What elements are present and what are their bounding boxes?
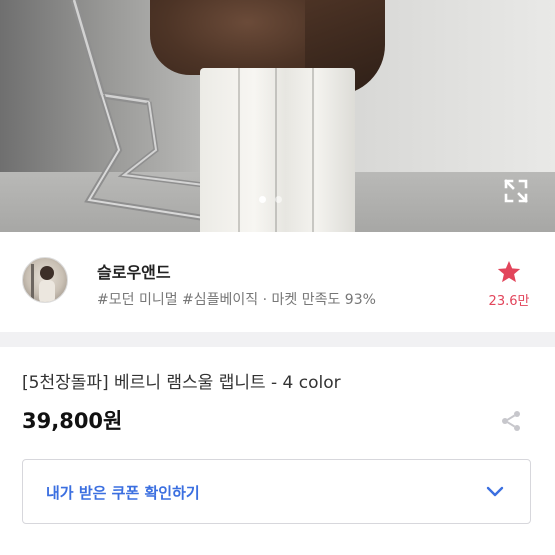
seller-info: 슬로우앤드 #모던 미니멀 #심플베이직 · 마켓 만족도 93% 23.6만 xyxy=(0,232,555,332)
section-divider xyxy=(0,332,555,347)
share-icon[interactable] xyxy=(499,409,523,433)
seller-tags: #모던 미니멀 #심플베이직 · 마켓 만족도 93% xyxy=(97,292,376,308)
seller-avatar[interactable] xyxy=(22,257,68,303)
coupon-label: 내가 받은 쿠폰 확인하기 xyxy=(46,484,200,502)
favorite-count: 23.6만 xyxy=(488,294,530,309)
chevron-down-icon xyxy=(484,480,506,502)
pants-illustration xyxy=(200,68,355,232)
product-image-gallery[interactable] xyxy=(0,0,555,232)
seller-name[interactable]: 슬로우앤드 xyxy=(97,259,171,283)
pagination-dot[interactable] xyxy=(275,196,282,203)
expand-icon[interactable] xyxy=(503,178,529,204)
product-title: [5천장돌파] 베르니 램스울 랩니트 - 4 color xyxy=(22,373,341,393)
coupon-check-button[interactable]: 내가 받은 쿠폰 확인하기 xyxy=(22,459,531,524)
gallery-pagination xyxy=(259,196,282,203)
star-icon[interactable] xyxy=(484,259,534,289)
pagination-dot-active[interactable] xyxy=(259,196,266,203)
product-price: 39,800원 xyxy=(22,409,123,433)
